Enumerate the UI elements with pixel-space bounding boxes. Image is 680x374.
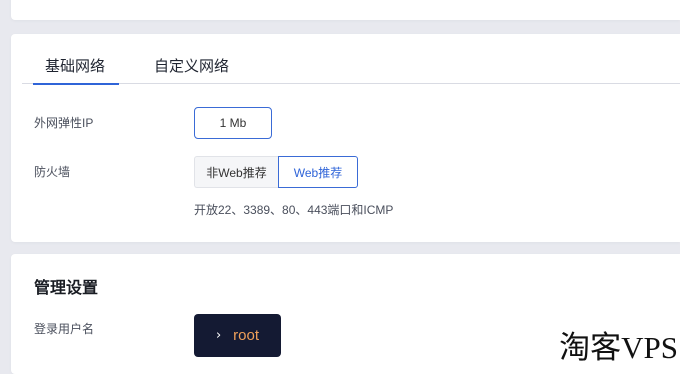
firewall-note: 开放22、3389、80、443端口和ICMP (194, 203, 394, 217)
management-title: 管理设置 (34, 280, 99, 297)
bandwidth-value: 1 Mb (219, 116, 247, 130)
firewall-option-web[interactable]: Web推荐 (278, 156, 358, 188)
login-user-value: root (233, 327, 260, 344)
eip-label: 外网弹性IP (34, 116, 94, 130)
login-user-button[interactable]: › root (194, 314, 281, 357)
tab-custom-network[interactable]: 自定义网络 (154, 55, 229, 83)
chevron-right-icon: › (215, 328, 222, 343)
firewall-option-web-label: Web推荐 (293, 165, 343, 180)
network-card: 基础网络 自定义网络 外网弹性IP 1 Mb 防火墙 非Web推荐 Web推荐 … (11, 34, 680, 242)
firewall-option-nonweb[interactable]: 非Web推荐 (194, 156, 278, 188)
login-user-label: 登录用户名 (34, 322, 95, 336)
top-card (11, 0, 680, 20)
tab-basic-network[interactable]: 基础网络 (32, 55, 120, 85)
firewall-option-nonweb-label: 非Web推荐 (206, 165, 267, 180)
firewall-label: 防火墙 (34, 165, 71, 179)
network-tabs: 基础网络 自定义网络 (22, 51, 680, 85)
watermark-logo: 淘客VPS (559, 330, 678, 365)
bandwidth-button[interactable]: 1 Mb (194, 107, 272, 139)
